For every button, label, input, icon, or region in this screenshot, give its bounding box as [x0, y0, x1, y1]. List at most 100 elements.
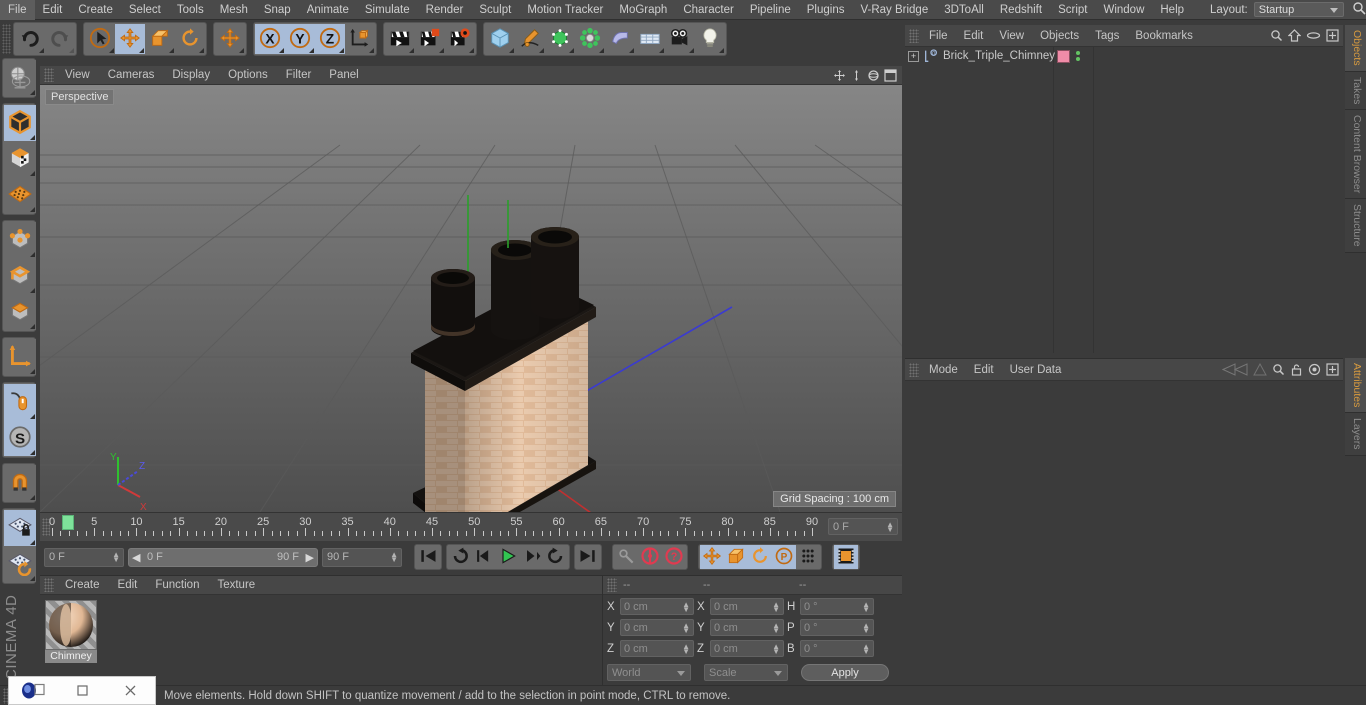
key-rotation-button[interactable]	[748, 545, 772, 569]
go-to-end-button[interactable]	[576, 545, 600, 569]
render-view-button[interactable]	[385, 24, 415, 54]
material-menu-texture[interactable]: Texture	[208, 576, 264, 595]
timeline-start-field[interactable]: 0 F ▲ ▼	[44, 547, 124, 567]
viewport-menu-options[interactable]: Options	[219, 66, 277, 85]
object-menu-view[interactable]: View	[991, 25, 1032, 47]
axis-z-button[interactable]: Z	[315, 24, 345, 54]
dock-tab-structure[interactable]: Structure	[1345, 199, 1366, 253]
spinner-icon[interactable]: ▲ ▼	[390, 550, 398, 563]
coord-size-field[interactable]: 0 cm ▲ ▼	[710, 640, 784, 657]
timeline-track[interactable]: 0 5 10 15 20 25 30 35 40 45 50 55 60 65 70 75 80 85 90	[49, 513, 818, 542]
menu-item-file[interactable]: File	[0, 0, 35, 20]
key-scale-button[interactable]	[724, 545, 748, 569]
dock-tab-layers[interactable]: Layers	[1345, 413, 1366, 456]
attribute-menu-edit[interactable]: Edit	[966, 359, 1002, 381]
spinner-icon[interactable]: ▲ ▼	[772, 643, 780, 656]
floor-environment-button[interactable]	[635, 24, 665, 54]
eye-icon[interactable]	[1306, 29, 1321, 42]
world-coordinate-button[interactable]	[345, 24, 375, 54]
coord-rotation-field[interactable]: 0 ° ▲ ▼	[800, 619, 874, 636]
spinner-icon[interactable]: ▲ ▼	[682, 622, 690, 635]
coord-rotation-field[interactable]: 0 ° ▲ ▼	[800, 598, 874, 615]
menu-item-script[interactable]: Script	[1050, 0, 1095, 20]
close-window-icon[interactable]	[106, 676, 155, 705]
range-right-arrow-icon[interactable]: ▶	[306, 551, 314, 564]
spinner-icon[interactable]: ▲ ▼	[682, 601, 690, 614]
magnet-button[interactable]	[4, 465, 36, 501]
layout-select[interactable]: Startup	[1253, 2, 1344, 17]
spinner-icon[interactable]: ▲ ▼	[112, 550, 120, 563]
pan-viewport-icon[interactable]	[833, 69, 846, 82]
workplane-lock-button[interactable]	[4, 510, 36, 546]
search-icon[interactable]	[1352, 1, 1366, 18]
coord-mode-select[interactable]: Scale	[704, 664, 788, 681]
record-keyframe-button[interactable]	[638, 545, 662, 569]
menu-item-animate[interactable]: Animate	[299, 0, 357, 20]
menu-item-redshift[interactable]: Redshift	[992, 0, 1050, 20]
menu-item-3dtoall[interactable]: 3DToAll	[936, 0, 992, 20]
dock-tab-takes[interactable]: Takes	[1345, 71, 1366, 111]
spinner-icon[interactable]: ▲ ▼	[862, 622, 870, 635]
coord-position-field[interactable]: 0 cm ▲ ▼	[620, 598, 694, 615]
keyframe-selection-button[interactable]: ?	[662, 545, 686, 569]
search-icon[interactable]	[1270, 29, 1283, 42]
attribute-menu-user-data[interactable]: User Data	[1002, 359, 1070, 381]
menu-item-simulate[interactable]: Simulate	[357, 0, 418, 20]
viewport-3d-canvas[interactable]: Y X Z Perspective Grid Spacing : 100 cm	[40, 85, 902, 512]
timeline-end-field[interactable]: 90 F ▲ ▼	[322, 547, 402, 567]
play-button[interactable]	[496, 545, 520, 569]
menu-item-pipeline[interactable]: Pipeline	[742, 0, 799, 20]
menu-item-render[interactable]: Render	[418, 0, 472, 20]
next-key-button[interactable]	[544, 545, 568, 569]
autokey-button[interactable]	[614, 545, 638, 569]
world-object-axis-button[interactable]	[4, 339, 36, 375]
object-row[interactable]: +0 Brick_Triple_Chimney	[905, 47, 1343, 65]
spinner-icon[interactable]: ▲ ▼	[862, 643, 870, 656]
menu-item-character[interactable]: Character	[675, 0, 742, 20]
go-to-start-button[interactable]	[416, 545, 440, 569]
cube-primitive-button[interactable]	[485, 24, 515, 54]
timeline-range-slider[interactable]: ◀ 0 F 90 F ▶	[128, 547, 318, 567]
edges-mode-button[interactable]	[4, 258, 36, 294]
coordinates-manager-grip[interactable]	[607, 578, 617, 592]
maximize-viewport-icon[interactable]	[884, 68, 897, 82]
dock-tab-content-browser[interactable]: Content Browser	[1345, 110, 1366, 200]
menu-item-mesh[interactable]: Mesh	[212, 0, 256, 20]
viewport-menu-panel[interactable]: Panel	[320, 66, 367, 85]
coord-position-field[interactable]: 0 cm ▲ ▼	[620, 619, 694, 636]
enable-snap-button[interactable]	[4, 384, 36, 420]
menu-item-tools[interactable]: Tools	[169, 0, 212, 20]
viewport-menu-view[interactable]: View	[56, 66, 99, 85]
generator-cube-button[interactable]	[545, 24, 575, 54]
floating-mini-window[interactable]	[8, 676, 156, 705]
timeline-current-frame-field[interactable]: 0 F ▲ ▼	[828, 518, 898, 535]
rotate-viewport-icon[interactable]	[867, 69, 880, 82]
workplane-rotate-button[interactable]	[4, 546, 36, 582]
menu-item-window[interactable]: Window	[1095, 0, 1152, 20]
spinner-icon[interactable]: ▲ ▼	[772, 622, 780, 635]
material-manager-grip[interactable]	[44, 578, 54, 592]
render-visibility-dot[interactable]	[1076, 57, 1080, 61]
light-button[interactable]	[695, 24, 725, 54]
viewport-menu-filter[interactable]: Filter	[277, 66, 321, 85]
home-icon[interactable]	[1288, 29, 1301, 42]
timeline-playhead[interactable]	[62, 515, 74, 530]
pin-icon[interactable]	[1308, 363, 1321, 376]
timeline-layer-button[interactable]	[834, 545, 858, 569]
coord-system-select[interactable]: World	[607, 664, 691, 681]
toolbar-grip[interactable]	[2, 24, 11, 54]
texture-mode-button[interactable]	[4, 141, 36, 177]
visibility-dots[interactable]	[1076, 51, 1080, 61]
menu-item-snap[interactable]: Snap	[256, 0, 299, 20]
render-settings-button[interactable]	[445, 24, 475, 54]
axis-modify-button[interactable]	[4, 177, 36, 213]
coord-position-field[interactable]: 0 cm ▲ ▼	[620, 640, 694, 657]
history-forward-icon[interactable]	[1253, 363, 1267, 376]
range-left-arrow-icon[interactable]: ◀	[132, 551, 140, 564]
object-menu-objects[interactable]: Objects	[1032, 25, 1087, 47]
coord-size-field[interactable]: 0 cm ▲ ▼	[710, 598, 784, 615]
axis-x-button[interactable]: X	[255, 24, 285, 54]
object-menu-edit[interactable]: Edit	[956, 25, 992, 47]
apply-button[interactable]: Apply	[801, 664, 889, 681]
spline-pen-button[interactable]	[515, 24, 545, 54]
